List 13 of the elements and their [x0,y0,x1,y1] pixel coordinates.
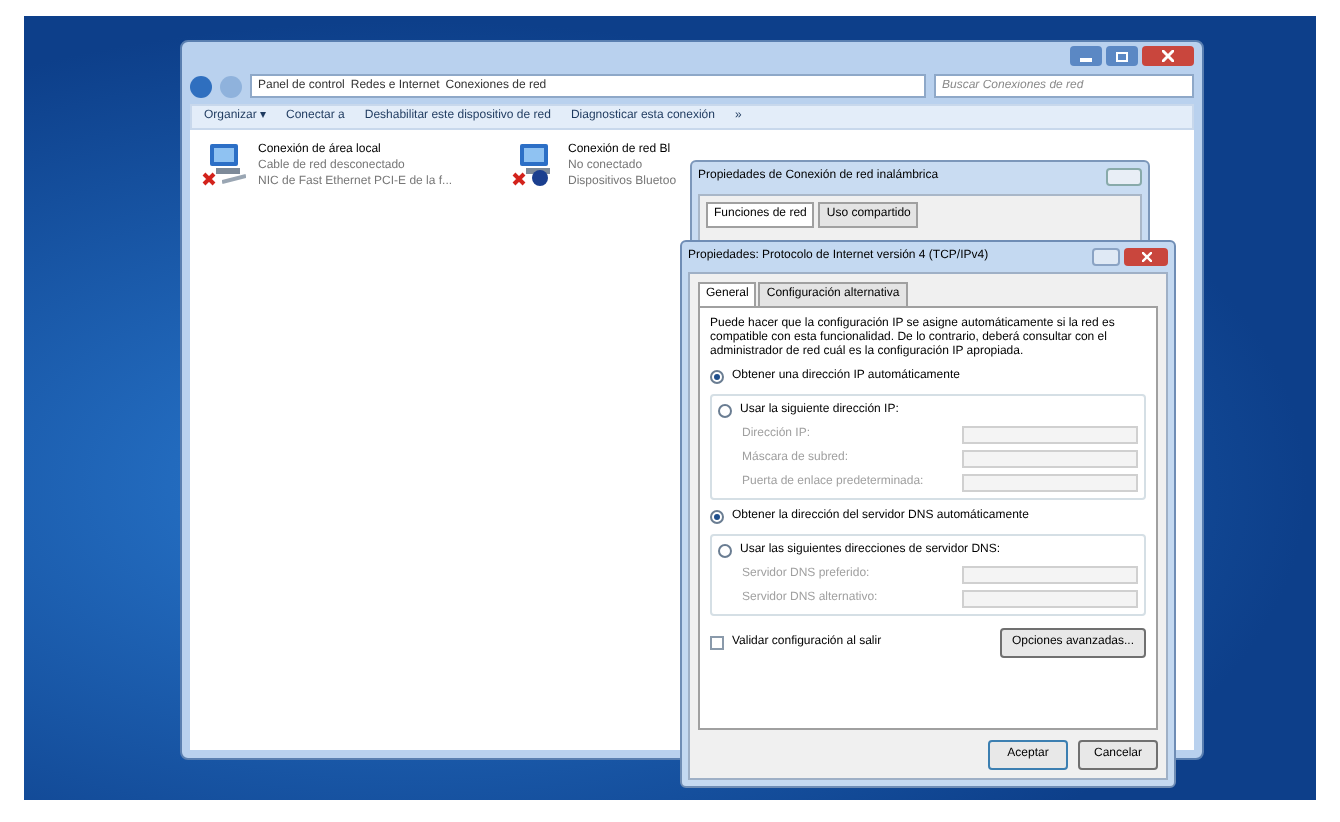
radio-button[interactable] [718,544,732,558]
ip-address-field[interactable] [962,450,1138,468]
ip-address-field[interactable] [962,566,1138,584]
ip-address-field[interactable] [962,426,1138,444]
radio-button[interactable] [718,404,732,418]
back-button[interactable] [190,75,212,97]
ip-address-field[interactable] [962,590,1138,608]
minimize-icon[interactable] [1070,46,1102,66]
maximize-icon[interactable] [1106,46,1138,66]
checkbox[interactable] [710,636,724,650]
radio-button[interactable] [710,510,724,524]
radio-button[interactable] [710,370,724,384]
ip-address-field[interactable] [962,474,1138,492]
